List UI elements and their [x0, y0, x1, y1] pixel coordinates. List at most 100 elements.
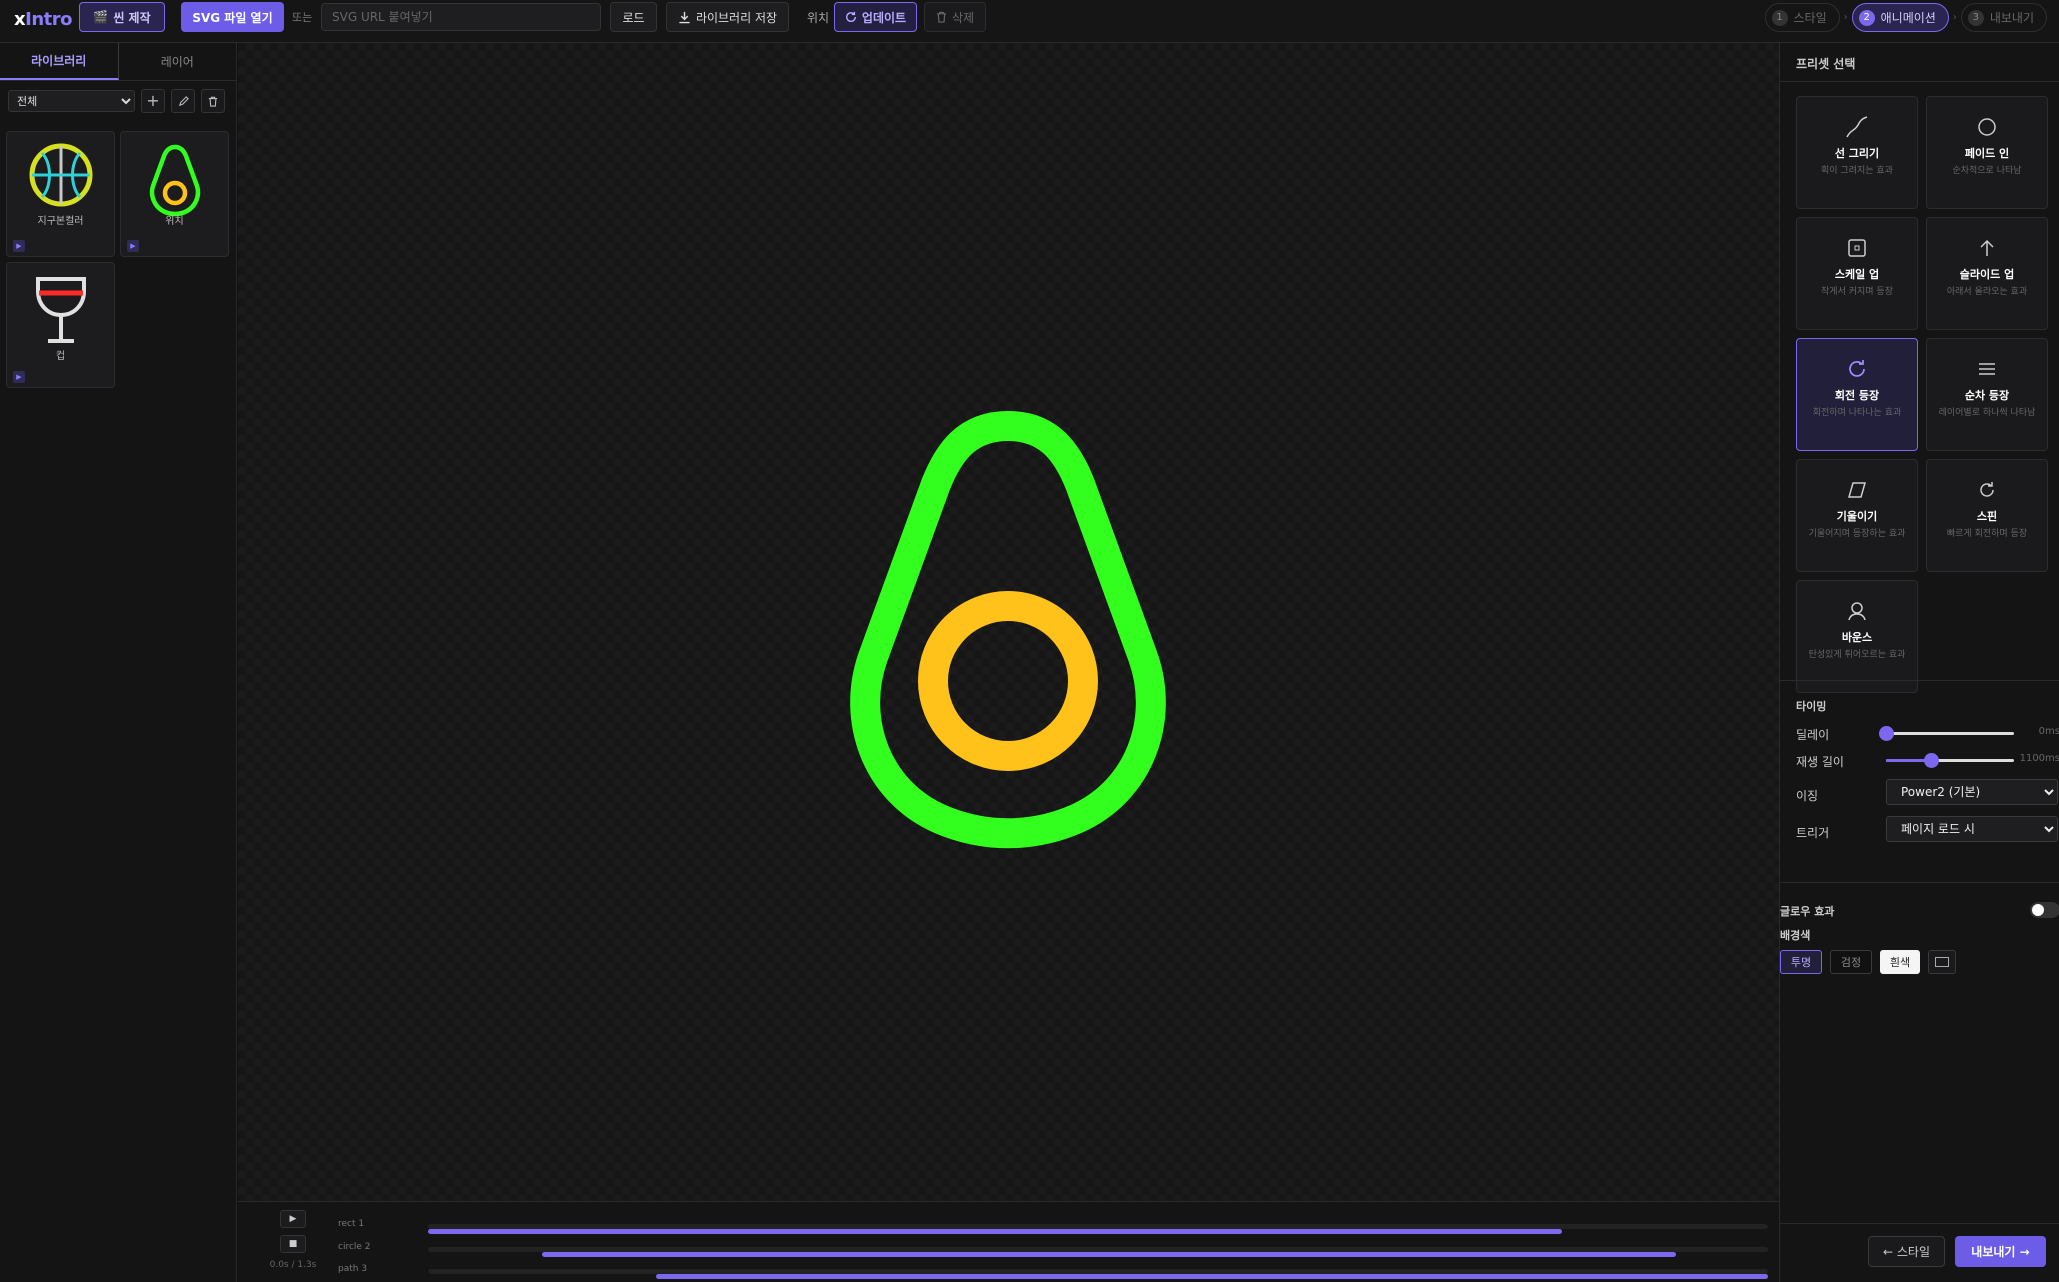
play-icon[interactable]: ▶ [127, 240, 139, 252]
stop-button[interactable]: ■ [280, 1235, 306, 1253]
trigger-row: 트리거 페이지 로드 시 [1796, 816, 2059, 842]
top-toolbar: xIntro 🎬 씬 제작 SVG 파일 열기 또는 로드 라이브러리 저장 위… [0, 0, 2059, 43]
timeline-track[interactable]: rect 1 [338, 1219, 1768, 1234]
slider-knob[interactable] [1923, 753, 1939, 768]
delay-row: 딜레이 0ms [1796, 721, 2059, 745]
preset-rotate-in[interactable]: 회전 등장 회전하며 나타나는 효과 [1796, 338, 1918, 451]
duration-slider[interactable] [1886, 753, 2014, 768]
library-item-cup[interactable]: 컵 ▶ [6, 262, 115, 388]
play-icon: ▶ [289, 1214, 297, 1224]
bg-white-option[interactable]: 흰색 [1880, 950, 1920, 974]
duration-label: 재생 길이 [1796, 755, 1844, 769]
or-label: 또는 [292, 11, 313, 24]
bg-custom-color-option[interactable] [1928, 950, 1956, 974]
svg-url-input[interactable] [321, 3, 601, 31]
edit-button[interactable] [171, 89, 195, 113]
export-button[interactable]: 내보내기 → [1955, 1236, 2046, 1267]
trigger-select[interactable]: 페이지 로드 시 [1886, 816, 2058, 842]
track-background [428, 1247, 1768, 1257]
track-bar[interactable] [541, 1252, 1676, 1257]
delay-value: 0ms [2038, 726, 2059, 737]
preset-bounce[interactable]: 바운스 탄성있게 튀어오르는 효과 [1796, 580, 1918, 693]
color-swatch-icon [1935, 957, 1949, 967]
tab-library[interactable]: 라이브러리 [0, 43, 119, 80]
library-grid: 지구본컬러 ▶ 위치 ▶ 컵 ▶ [6, 131, 229, 388]
wine-glass-icon [35, 277, 86, 343]
track-name: rect 1 [338, 1219, 365, 1229]
timing-title: 타이밍 [1796, 700, 1827, 713]
delete-item-button[interactable] [201, 89, 225, 113]
pin-inner-ring[interactable] [918, 591, 1098, 771]
open-svg-file-button[interactable]: SVG 파일 열기 [181, 2, 284, 32]
back-to-style-button[interactable]: ← 스타일 [1868, 1236, 1945, 1267]
step-animation[interactable]: 2 애니메이션 [1851, 3, 1949, 32]
category-select[interactable]: 전체 [8, 90, 135, 112]
avocado-pin-icon [149, 144, 200, 217]
track-bar[interactable] [655, 1274, 1768, 1279]
preset-sequential[interactable]: 순차 등장 레이어별로 하나씩 나타남 [1926, 338, 2048, 451]
preset-grid: 선 그리기 획이 그려지는 효과 페이드 인 순차적으로 나타남 스케일 업 작게서 … [1796, 96, 2048, 693]
glow-row: 글로우 효과 [1780, 898, 2059, 922]
step-style[interactable]: 1 스타일 [1764, 3, 1840, 32]
library-item-location[interactable]: 위치 ▶ [120, 131, 229, 257]
preset-skew[interactable]: 기울이기 기울어지며 등장하는 효과 [1796, 459, 1918, 572]
trash-icon [208, 96, 218, 107]
lines-icon [1979, 363, 1995, 375]
step-separator-icon: › [1952, 12, 1957, 23]
preset-draw-line[interactable]: 선 그리기 획이 그려지는 효과 [1796, 96, 1918, 209]
trash-icon [936, 11, 947, 23]
navigation-buttons: ← 스타일 내보내기 → [1868, 1236, 2046, 1267]
load-button[interactable]: 로드 [610, 2, 657, 32]
timeline-track[interactable]: circle 2 [338, 1242, 1768, 1257]
easing-select[interactable]: Power2 (기본) [1886, 779, 2058, 805]
update-button[interactable]: 업데이트 [834, 2, 917, 32]
add-button[interactable]: + [141, 89, 165, 113]
library-toolbar: 전체 + [8, 89, 225, 113]
stop-icon: ■ [288, 1239, 298, 1249]
avocado-pin-artwork[interactable] [838, 393, 1178, 853]
plus-icon: + [146, 91, 160, 110]
track-bar[interactable] [428, 1229, 1562, 1234]
spin-icon [1980, 482, 1994, 497]
easing-label: 이징 [1796, 789, 1819, 803]
preview-canvas[interactable] [238, 43, 1779, 1201]
tab-layers[interactable]: 레이어 [119, 43, 237, 80]
bg-black-option[interactable]: 검정 [1830, 950, 1872, 974]
wizard-steps: 1 스타일 › 2 애니메이션 › 3 내보내기 [1764, 3, 2047, 32]
track-name: circle 2 [338, 1242, 371, 1252]
track-name: path 3 [338, 1264, 368, 1274]
timeline-track[interactable]: path 3 [338, 1264, 1768, 1279]
play-icon[interactable]: ▶ [13, 240, 25, 252]
play-icon[interactable]: ▶ [13, 371, 25, 383]
library-item-name: 지구본컬러 [37, 216, 84, 227]
app-root: xIntro 🎬 씬 제작 SVG 파일 열기 또는 로드 라이브러리 저장 위… [0, 0, 2059, 1282]
position-label: 위치 [807, 11, 830, 25]
glow-toggle[interactable] [2030, 902, 2059, 918]
pin-outline[interactable] [850, 410, 1166, 849]
delay-slider[interactable] [1879, 726, 2014, 741]
preset-spin[interactable]: 스핀 빠르게 회전하며 등장 [1926, 459, 2048, 572]
circle-icon [1978, 118, 1996, 136]
scene-create-button[interactable]: 🎬 씬 제작 [79, 2, 165, 32]
play-button[interactable]: ▶ [280, 1210, 306, 1228]
track-background [428, 1224, 1768, 1234]
bg-transparent-option[interactable]: 투명 [1780, 950, 1822, 974]
slider-knob[interactable] [1879, 726, 1894, 741]
save-library-button[interactable]: 라이브러리 저장 [666, 2, 789, 32]
arrow-up-icon [1980, 239, 1994, 256]
track-background [428, 1269, 1768, 1279]
delete-button[interactable]: 삭제 [924, 2, 986, 32]
timeline-time: 0.0s / 1.3s [269, 1260, 317, 1270]
divider [1780, 1223, 2059, 1224]
preset-slide-up[interactable]: 슬라이드 업 아래서 올라오는 효과 [1926, 217, 2048, 330]
step-export[interactable]: 3 내보내기 [1960, 3, 2047, 32]
clapperboard-icon: 🎬 [93, 10, 109, 24]
easing-row: 이징 Power2 (기본) [1796, 779, 2059, 805]
left-panel: 라이브러리 레이어 전체 + 지구본컬러 ▶ 위치 ▶ 컵 ▶ [0, 43, 237, 1282]
library-item-globe[interactable]: 지구본컬러 ▶ [6, 131, 115, 257]
background-options: 투명 검정 흰색 [1780, 950, 1956, 974]
preset-scale-up[interactable]: 스케일 업 작게서 커지며 등장 [1796, 217, 1918, 330]
divider [1780, 81, 2059, 82]
library-item-name: 컵 [55, 351, 66, 362]
preset-fade-in[interactable]: 페이드 인 순차적으로 나타남 [1926, 96, 2048, 209]
